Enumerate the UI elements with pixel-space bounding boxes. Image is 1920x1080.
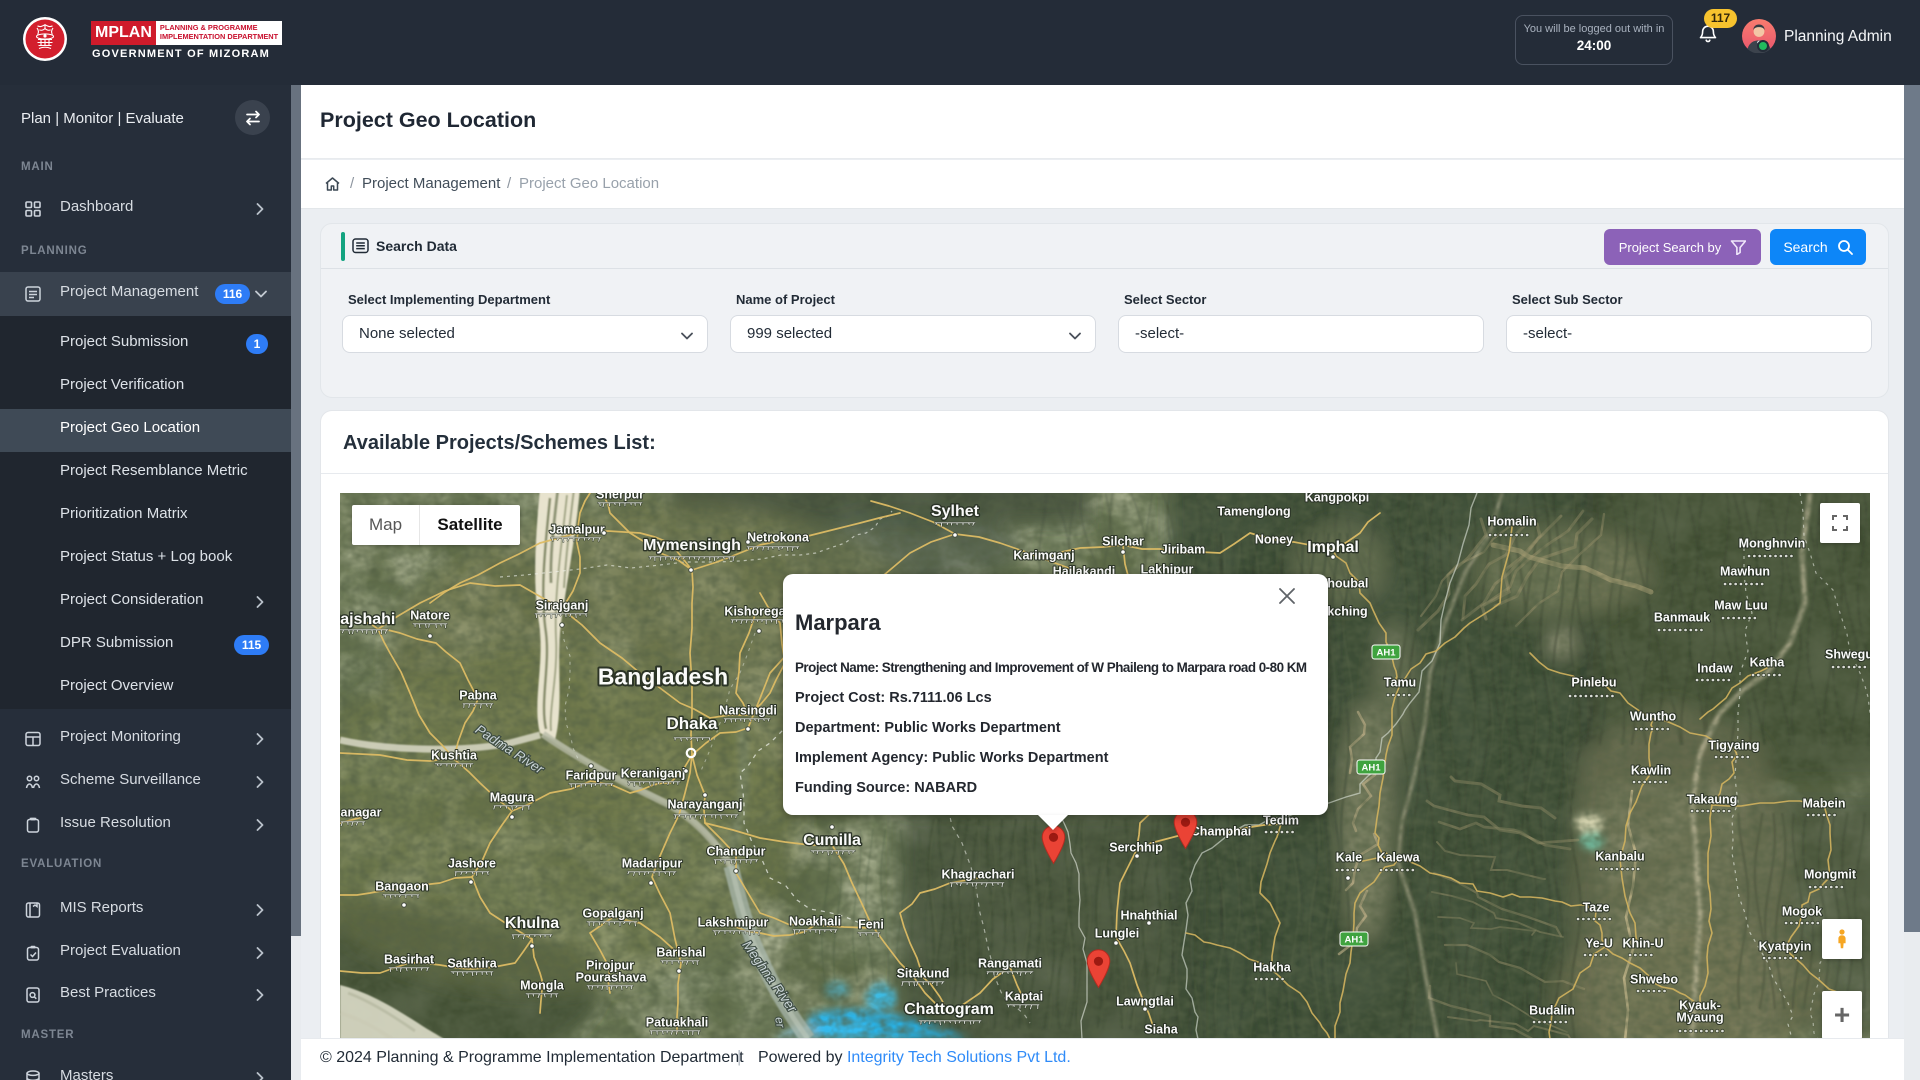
svg-text:Mymensingh: Mymensingh: [643, 537, 741, 554]
svg-text:Noney: Noney: [1255, 533, 1293, 547]
svg-text:Lunglei: Lunglei: [1095, 927, 1139, 941]
svg-text:Kawlin: Kawlin: [1631, 764, 1671, 778]
svg-text:Katha: Katha: [1750, 656, 1786, 670]
svg-text:Khagrachari: Khagrachari: [942, 868, 1015, 882]
svg-text:Cumilla: Cumilla: [803, 832, 861, 849]
svg-text:Kanbalu: Kanbalu: [1595, 850, 1644, 864]
svg-text:Faridpur: Faridpur: [566, 769, 617, 783]
svg-text:Maw Luu: Maw Luu: [1714, 599, 1767, 613]
svg-text:Kyatpyin: Kyatpyin: [1759, 940, 1812, 954]
svg-text:Khin-U: Khin-U: [1623, 937, 1664, 951]
svg-text:Bangaon: Bangaon: [375, 880, 428, 894]
svg-text:Tamenglong: Tamenglong: [1217, 505, 1290, 519]
svg-text:Barishal: Barishal: [656, 946, 705, 960]
svg-text:Jiribam: Jiribam: [1161, 543, 1205, 557]
svg-text:Mawhun: Mawhun: [1720, 565, 1770, 579]
svg-text:Myaung: Myaung: [1676, 1011, 1723, 1025]
svg-text:Chandpur: Chandpur: [706, 845, 765, 859]
svg-text:Dhaka: Dhaka: [666, 714, 718, 733]
svg-text:Keraniganj: Keraniganj: [621, 767, 686, 781]
svg-text:Tamu: Tamu: [1384, 676, 1416, 690]
svg-text:Takaung: Takaung: [1687, 793, 1737, 807]
svg-text:Mongla: Mongla: [520, 979, 565, 993]
svg-text:Mongmit: Mongmit: [1804, 868, 1857, 882]
svg-text:Pabna: Pabna: [459, 689, 498, 703]
svg-text:Gopalganj: Gopalganj: [582, 907, 643, 921]
svg-text:Kalewa: Kalewa: [1376, 851, 1420, 865]
svg-text:Narayanganj: Narayanganj: [667, 798, 742, 812]
svg-text:Lakshmipur: Lakshmipur: [698, 916, 769, 930]
svg-text:Shwebo: Shwebo: [1630, 973, 1678, 987]
svg-text:Kishorega: Kishorega: [724, 605, 786, 619]
svg-text:Jashore: Jashore: [448, 857, 496, 871]
svg-text:Basirhat: Basirhat: [384, 953, 435, 967]
svg-text:Chattogram: Chattogram: [904, 1001, 994, 1018]
svg-text:Mabein: Mabein: [1802, 797, 1845, 811]
svg-text:Pinlebu: Pinlebu: [1571, 676, 1616, 690]
svg-text:Sirajganj: Sirajganj: [536, 599, 589, 613]
svg-text:Serchhip: Serchhip: [1109, 841, 1163, 855]
svg-text:Sylhet: Sylhet: [931, 503, 980, 520]
svg-text:Narsingdi: Narsingdi: [719, 704, 777, 718]
svg-text:Shwegu: Shwegu: [1825, 648, 1870, 662]
svg-text:Rajshahi: Rajshahi: [340, 611, 395, 628]
svg-text:Feni: Feni: [858, 918, 884, 932]
svg-text:Indaw: Indaw: [1697, 662, 1733, 676]
svg-text:Siaha: Siaha: [1144, 1023, 1178, 1037]
svg-text:Magura: Magura: [490, 791, 536, 805]
svg-text:Kangpokpi: Kangpokpi: [1305, 493, 1370, 505]
svg-text:Kaptai: Kaptai: [1005, 990, 1043, 1004]
svg-text:Ye-U: Ye-U: [1585, 937, 1613, 951]
svg-text:Banmauk: Banmauk: [1654, 611, 1710, 625]
svg-text:Noakhali: Noakhali: [789, 915, 841, 929]
svg-text:Monghnvin: Monghnvin: [1739, 537, 1806, 551]
svg-text:Madaripur: Madaripur: [622, 857, 683, 871]
svg-text:Silchar: Silchar: [1102, 535, 1144, 549]
svg-text:Natore: Natore: [410, 609, 450, 623]
svg-text:anagar: anagar: [341, 806, 382, 820]
svg-text:Rangamati: Rangamati: [978, 957, 1042, 971]
svg-text:Bangladesh: Bangladesh: [598, 663, 728, 689]
svg-text:Satkhira: Satkhira: [447, 957, 497, 971]
svg-text:Kushtia: Kushtia: [431, 749, 478, 763]
svg-text:Champhai: Champhai: [1191, 825, 1251, 839]
svg-text:Imphal: Imphal: [1307, 539, 1359, 556]
svg-text:Tigyaing: Tigyaing: [1708, 739, 1759, 753]
svg-text:Patuakhali: Patuakhali: [646, 1016, 709, 1030]
svg-text:Tedim: Tedim: [1263, 814, 1299, 828]
svg-text:Sitakund: Sitakund: [897, 967, 950, 981]
svg-text:Jamalpur: Jamalpur: [549, 523, 605, 537]
svg-text:Budalin: Budalin: [1529, 1004, 1575, 1018]
svg-text:Wuntho: Wuntho: [1630, 710, 1677, 724]
svg-text:Hakha: Hakha: [1253, 961, 1292, 975]
svg-text:Pourashava: Pourashava: [576, 971, 648, 985]
svg-text:Homalin: Homalin: [1487, 515, 1536, 529]
svg-text:Netrokona: Netrokona: [747, 531, 810, 545]
svg-text:AH1: AH1: [1376, 648, 1396, 659]
svg-text:Kale: Kale: [1336, 851, 1362, 865]
svg-text:Taze: Taze: [1583, 901, 1610, 915]
svg-text:AH1: AH1: [1361, 763, 1381, 774]
svg-text:Sherpur: Sherpur: [596, 493, 644, 502]
svg-text:Mogok: Mogok: [1782, 905, 1822, 919]
svg-text:AH1: AH1: [1344, 935, 1364, 946]
svg-text:Khulna: Khulna: [505, 915, 559, 932]
svg-text:Karimganj: Karimganj: [1013, 549, 1074, 563]
